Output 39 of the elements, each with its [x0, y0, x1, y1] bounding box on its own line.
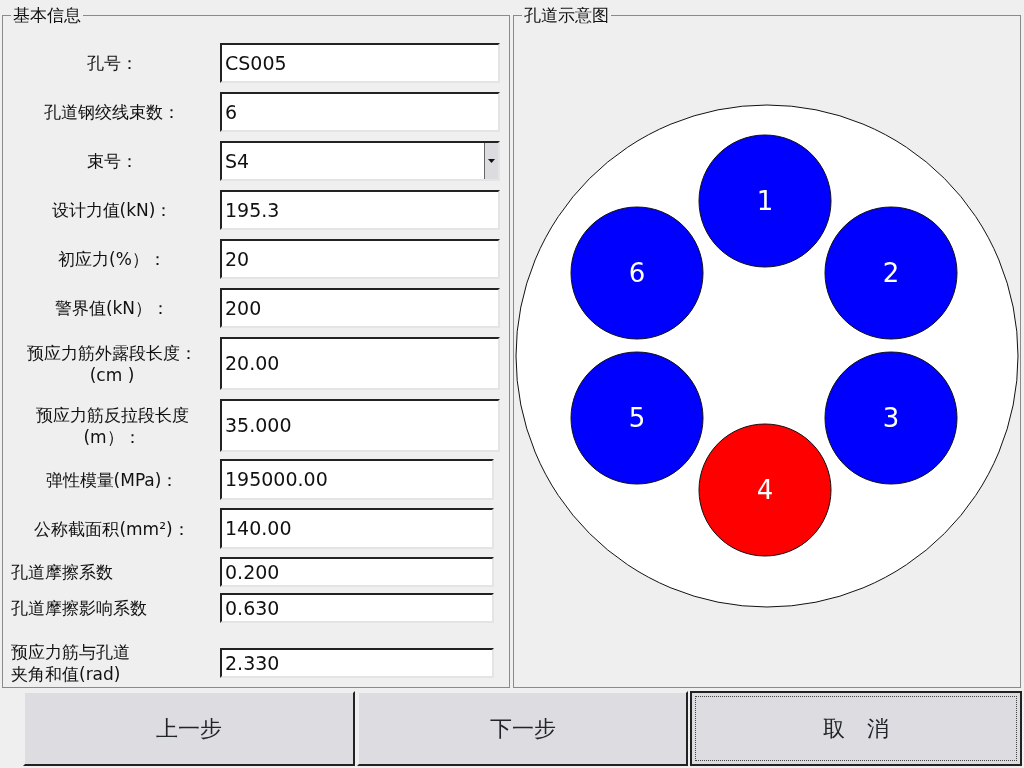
caret-icon — [488, 159, 495, 163]
dropdown-button[interactable] — [484, 143, 498, 179]
field-label: 弹性模量(MPa)： — [44, 468, 180, 491]
field-label: 预应力筋反拉段长度(m）： — [34, 403, 190, 448]
field-label: 孔号： — [85, 52, 139, 74]
step-button[interactable]: 下一步 — [356, 691, 689, 766]
field-label: 孔道摩擦系数 — [11, 561, 114, 583]
input-field[interactable]: 195000.00 — [220, 459, 494, 500]
strand-number: 2 — [882, 258, 900, 288]
strand-number: 4 — [756, 475, 774, 505]
field-label: 预应力筋与孔道夹角和值(rad) — [11, 641, 131, 685]
step-button[interactable]: 上一步 — [23, 691, 355, 766]
field-label: 警界值(kN）： — [53, 297, 171, 319]
strand-number: 3 — [882, 403, 900, 433]
input-field[interactable]: 140.00 — [220, 508, 494, 549]
input-field[interactable]: 20.00 — [220, 337, 500, 390]
field-label: 设计力值(kN)： — [50, 199, 174, 221]
input-field[interactable]: 35.000 — [220, 399, 500, 452]
input-field[interactable]: 0.630 — [220, 593, 494, 623]
strand-number: 5 — [628, 403, 646, 433]
panel-title: 孔道示意图 — [522, 6, 611, 24]
input-field[interactable]: CS005 — [220, 43, 500, 83]
field-label: 公称截面积(mm²)： — [33, 517, 191, 540]
input-field[interactable]: 2.330 — [220, 648, 494, 678]
dropdown[interactable]: S4 — [220, 141, 500, 181]
field-label: 束号： — [85, 150, 139, 172]
input-field[interactable]: 195.3 — [220, 190, 500, 230]
input-field[interactable]: 6 — [220, 92, 500, 132]
field-label: 孔道摩擦影响系数 — [11, 597, 148, 619]
input-field[interactable]: 0.200 — [220, 557, 494, 587]
field-label: 预应力筋外露段长度：(cm ) — [26, 341, 198, 386]
panel-title: 基本信息 — [11, 6, 83, 24]
field-label: 初应力(%）： — [57, 248, 167, 270]
strand-number: 1 — [756, 186, 774, 216]
input-field[interactable]: 200 — [220, 288, 500, 328]
strand-number: 6 — [628, 258, 646, 288]
field-label: 孔道钢绞线束数： — [43, 101, 181, 123]
step-button[interactable]: 取 消 — [690, 691, 1022, 766]
input-field[interactable]: 20 — [220, 239, 500, 279]
